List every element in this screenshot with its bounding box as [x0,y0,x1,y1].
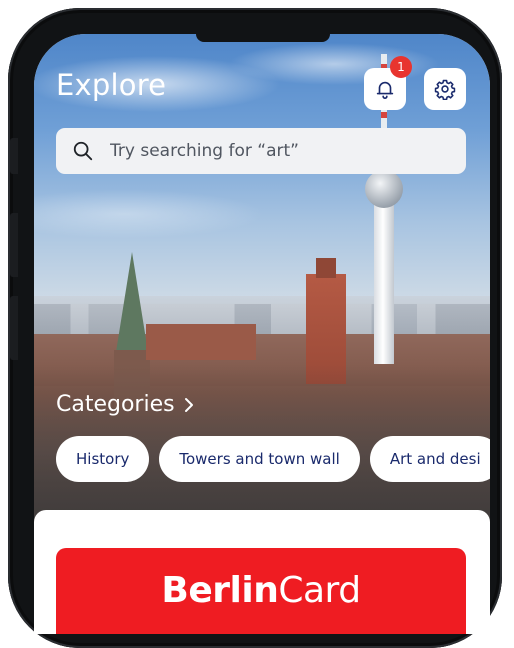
berlin-card-banner[interactable]: BerlinCard [56,548,466,634]
chevron-right-icon [184,397,193,412]
category-chip-history[interactable]: History [56,436,150,482]
berlin-card-logo-light: Card [278,570,361,611]
category-chips: History Towers and town wall Art and des… [56,436,490,482]
phone-notch [196,34,330,42]
tv-tower-shaft [374,194,394,364]
settings-button[interactable] [424,68,466,110]
berlin-card-logo-bold: Berlin [161,570,279,611]
search-input[interactable] [108,140,432,162]
search-icon [73,141,93,161]
tv-tower-sphere [365,170,403,208]
category-chip-art[interactable]: Art and desi [369,436,490,482]
mute-switch [10,138,18,174]
search-bar[interactable] [56,128,466,174]
category-chip-towers[interactable]: Towers and town wall [159,436,360,482]
gear-icon [434,79,456,100]
content-sheet: BerlinCard [34,510,490,634]
categories-link[interactable]: Categories [56,392,195,417]
notification-badge: 1 [390,56,412,78]
church-spire [116,252,148,352]
volume-down-button [10,296,18,360]
town-hall-top [316,258,336,278]
volume-up-button [10,213,18,277]
app-screen: Explore 1 Categories History Towers and … [34,34,490,634]
categories-heading: Categories [56,392,175,417]
berlin-card-logo: BerlinCard [161,570,361,611]
page-title: Explore [56,68,167,102]
building-roof [146,324,256,360]
bell-icon [376,81,394,99]
